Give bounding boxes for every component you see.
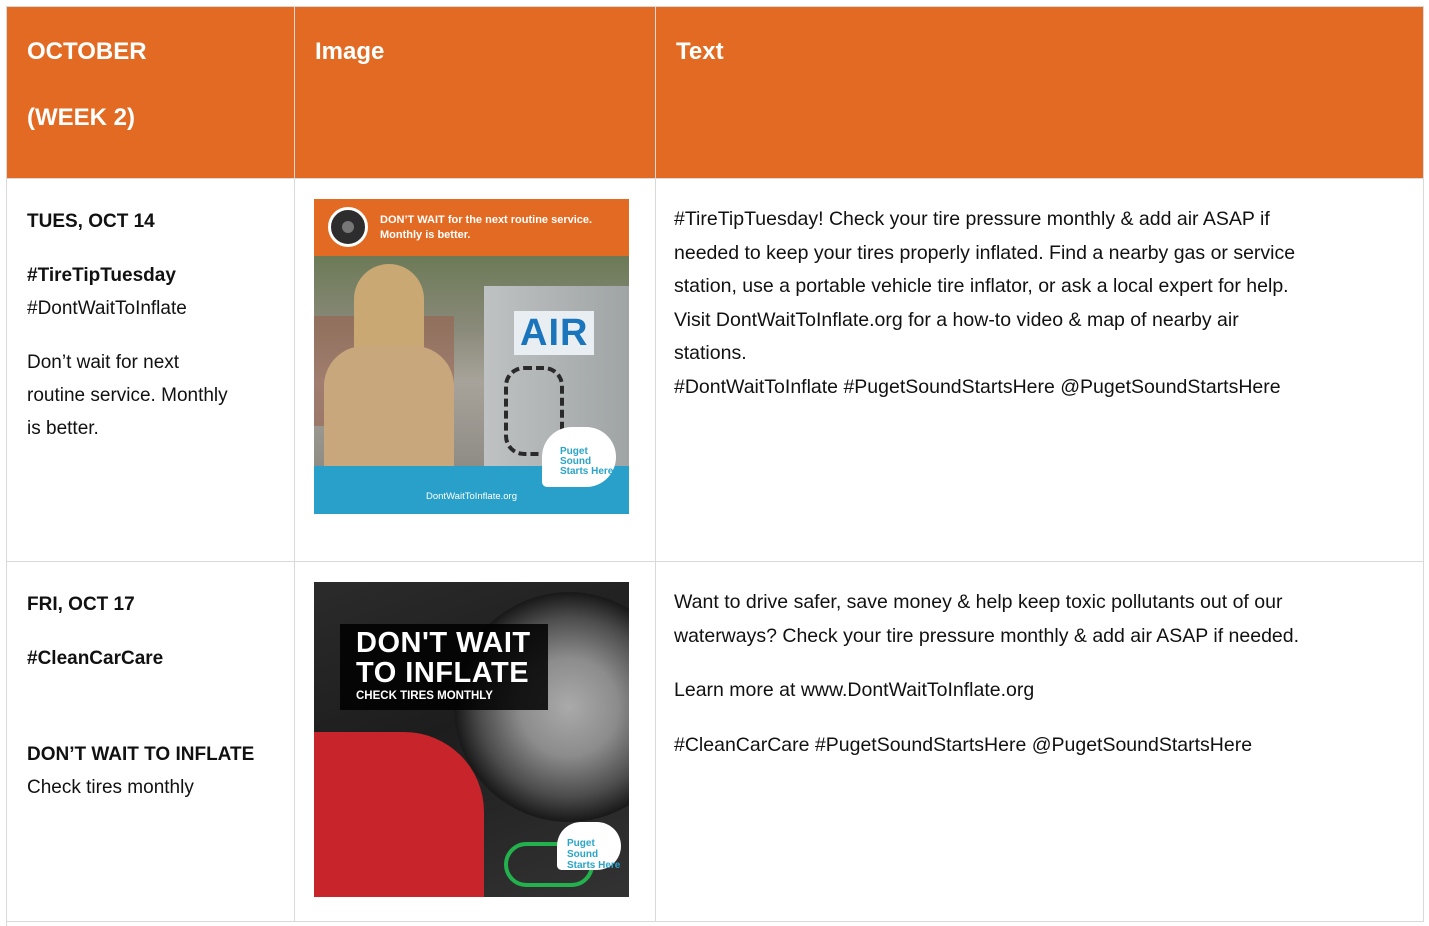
image-subheadline: CHECK TIRES MONTHLY (356, 690, 493, 702)
content-calendar-table: OCTOBER (WEEK 2) Image Text TUES, OCT 14… (6, 6, 1424, 926)
post-info-cell: FRI, OCT 17 #CleanCarCare DON’T WAIT TO … (7, 562, 295, 922)
post-headline: DON’T WAIT TO INFLATE (27, 744, 255, 765)
post-text-line: Visit DontWaitToInflate.org for a how-to… (674, 308, 1239, 331)
puget-sound-logo-icon: Puget Sound Starts Here (542, 427, 616, 487)
post-note-line: Don’t wait for next (27, 352, 180, 373)
header-cell-image: Image (295, 7, 656, 179)
post-hashtag-primary: #CleanCarCare (27, 648, 164, 669)
post-info-cell: TUES, OCT 14 #TireTipTuesday #DontWaitTo… (7, 179, 295, 562)
post-text-line: #TireTipTuesday! Check your tire pressur… (674, 208, 1270, 230)
post-text-cell: Want to drive safer, save money & help k… (656, 562, 1424, 922)
header-month: OCTOBER (27, 38, 147, 65)
post-image-tire-tip: AIR DON’T WAIT for the next routine serv… (314, 199, 629, 514)
image-headline: DON’T WAIT for the next routine service.… (380, 214, 593, 241)
table-header-row: OCTOBER (WEEK 2) Image Text (7, 7, 1424, 179)
post-image-cell: AIR DON’T WAIT for the next routine serv… (295, 179, 656, 562)
image-headline-line1: DON'T WAIT (356, 627, 531, 659)
puget-sound-logo-icon: Puget Sound Starts Here (557, 822, 621, 871)
post-text-line: stations. (674, 342, 747, 364)
image-headline-box: DON'T WAIT TO INFLATE CHECK TIRES MONTHL… (340, 624, 548, 710)
post-subline: Check tires monthly (27, 777, 194, 798)
person-figure (324, 346, 454, 476)
header-cell-month: OCTOBER (WEEK 2) (7, 7, 295, 179)
post-note-line: is better. (27, 418, 99, 439)
post-hashtag-primary: #TireTipTuesday (27, 265, 176, 286)
post-hashtag-secondary: #DontWaitToInflate (27, 298, 187, 319)
header-cell-text: Text (656, 7, 1424, 179)
post-note-line: routine service. Monthly (27, 385, 228, 406)
air-sign: AIR (514, 311, 595, 355)
table-row: TUES, OCT 14 #TireTipTuesday #DontWaitTo… (7, 179, 1424, 562)
post-text-line: station, use a portable vehicle tire inf… (674, 275, 1289, 297)
header-text: Text (676, 38, 724, 65)
header-week: (WEEK 2) (27, 104, 135, 131)
post-text-line: needed to keep your tires properly infla… (674, 241, 1296, 264)
tire-mascot-icon (328, 207, 368, 247)
post-date: FRI, OCT 17 (27, 594, 135, 615)
post-hashtags: #CleanCarCare #PugetSoundStartsHere @Pug… (674, 733, 1253, 756)
image-url: DontWaitToInflate.org (426, 491, 517, 502)
post-text-line: Want to drive safer, save money & help k… (674, 591, 1283, 613)
post-image-cell: DON'T WAIT TO INFLATE CHECK TIRES MONTHL… (295, 562, 656, 922)
person-arm (314, 732, 484, 897)
post-hashtags: #DontWaitToInflate #PugetSoundStartsHere… (674, 375, 1281, 398)
post-date: TUES, OCT 14 (27, 211, 155, 232)
post-text-line: waterways? Check your tire pressure mont… (674, 624, 1300, 647)
post-text-cell: #TireTipTuesday! Check your tire pressur… (656, 179, 1424, 562)
post-image-inflate: DON'T WAIT TO INFLATE CHECK TIRES MONTHL… (314, 582, 629, 897)
table-row: FRI, OCT 17 #CleanCarCare DON’T WAIT TO … (7, 562, 1424, 922)
header-image: Image (315, 38, 385, 65)
post-learn-more: Learn more at www.DontWaitToInflate.org (674, 679, 1035, 701)
image-headline-line2: TO INFLATE (356, 657, 530, 689)
